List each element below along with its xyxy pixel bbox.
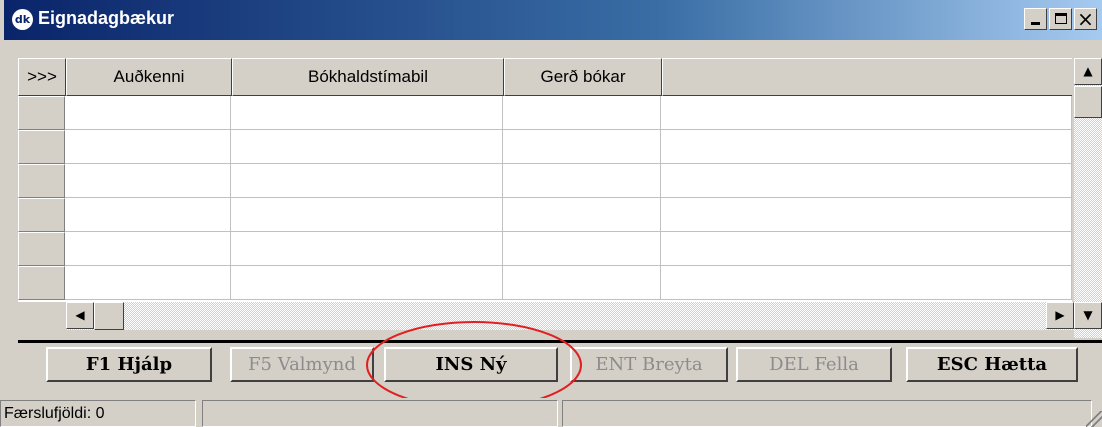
- cell-book-type[interactable]: [503, 198, 661, 232]
- table-row[interactable]: [18, 96, 1072, 130]
- record-count-status: Færslufjöldi: 0: [0, 400, 196, 427]
- new-button[interactable]: INS Ný: [384, 347, 558, 382]
- scroll-up-button[interactable]: ▲: [1074, 58, 1102, 85]
- arrow-down-icon: ▼: [1083, 308, 1093, 322]
- row-selector[interactable]: [18, 130, 65, 164]
- row-selector[interactable]: [18, 266, 65, 300]
- cell-accounting-period[interactable]: [231, 198, 503, 232]
- vertical-scroll-thumb[interactable]: [1074, 86, 1102, 118]
- horizontal-scrollbar[interactable]: [66, 302, 1074, 330]
- window-title: Eignadagbækur: [38, 8, 175, 28]
- row-selector-header[interactable]: >>>: [18, 58, 66, 96]
- cell-id[interactable]: [65, 232, 231, 266]
- arrow-left-icon: ◀: [75, 308, 85, 322]
- menu-button[interactable]: F5 Valmynd: [230, 347, 374, 382]
- grid-body: [18, 96, 1072, 302]
- row-selector[interactable]: [18, 232, 65, 266]
- scroll-right-button[interactable]: ▶: [1046, 302, 1074, 329]
- arrow-right-icon: ▶: [1055, 308, 1065, 322]
- cell-book-type[interactable]: [503, 266, 661, 300]
- table-row[interactable]: [18, 130, 1072, 164]
- close-button[interactable]: ×: [1074, 8, 1097, 30]
- cell-accounting-period[interactable]: [231, 130, 503, 164]
- maximize-icon: [1055, 13, 1067, 24]
- cell-empty: [661, 198, 1072, 232]
- minimize-icon: [1031, 22, 1040, 25]
- cell-id[interactable]: [65, 130, 231, 164]
- horizontal-scroll-thumb[interactable]: [94, 302, 124, 330]
- delete-button[interactable]: DEL Fella: [736, 347, 892, 382]
- cell-id[interactable]: [65, 266, 231, 300]
- column-header-book-type[interactable]: Gerð bókar: [504, 58, 662, 96]
- cell-id[interactable]: [65, 164, 231, 198]
- cell-id[interactable]: [65, 96, 231, 130]
- table-row[interactable]: [18, 164, 1072, 198]
- column-header-empty: [662, 58, 1072, 96]
- minimize-button[interactable]: [1024, 8, 1047, 30]
- arrow-up-icon: ▲: [1083, 64, 1093, 78]
- title-bar[interactable]: dk Eignadagbækur ×: [4, 0, 1102, 40]
- maximize-button[interactable]: [1049, 8, 1072, 30]
- cell-accounting-period[interactable]: [231, 96, 503, 130]
- journals-grid: >>> Auðkenni Bókhaldstímabil Gerð bókar: [18, 58, 1102, 338]
- status-panel-2: [202, 400, 558, 427]
- cell-empty: [661, 232, 1072, 266]
- cell-book-type[interactable]: [503, 164, 661, 198]
- scroll-left-button[interactable]: ◀: [66, 302, 94, 329]
- row-selector[interactable]: [18, 164, 65, 198]
- quit-button[interactable]: ESC Hætta: [906, 347, 1078, 382]
- cell-empty: [661, 266, 1072, 300]
- status-bar: Færslufjöldi: 0: [0, 398, 1102, 427]
- cell-book-type[interactable]: [503, 232, 661, 266]
- row-selector[interactable]: [18, 96, 65, 130]
- row-selector[interactable]: [18, 198, 65, 232]
- cell-book-type[interactable]: [503, 130, 661, 164]
- cell-empty: [661, 164, 1072, 198]
- cell-empty: [661, 130, 1072, 164]
- scroll-down-button[interactable]: ▼: [1074, 302, 1102, 329]
- dk-app-icon: dk: [12, 9, 33, 30]
- column-header-id[interactable]: Auðkenni: [66, 58, 232, 96]
- column-header-accounting-period[interactable]: Bókhaldstímabil: [232, 58, 504, 96]
- edit-button[interactable]: ENT Breyta: [570, 347, 728, 382]
- toolbar-divider: [18, 340, 1102, 343]
- table-row[interactable]: [18, 198, 1072, 232]
- help-button[interactable]: F1 Hjálp: [46, 347, 212, 382]
- cell-accounting-period[interactable]: [231, 232, 503, 266]
- cell-accounting-period[interactable]: [231, 164, 503, 198]
- close-icon: ×: [1077, 7, 1094, 31]
- table-row[interactable]: [18, 266, 1072, 300]
- cell-accounting-period[interactable]: [231, 266, 503, 300]
- grid-header: >>> Auðkenni Bókhaldstímabil Gerð bókar: [18, 58, 1072, 96]
- asset-journals-window: dk Eignadagbækur × >>> Auðkenni Bókhalds…: [0, 0, 1102, 427]
- cell-empty: [661, 96, 1072, 130]
- cell-book-type[interactable]: [503, 96, 661, 130]
- status-panel-3: [562, 400, 1092, 427]
- resize-grip-icon[interactable]: [1086, 411, 1102, 427]
- table-row[interactable]: [18, 232, 1072, 266]
- cell-id[interactable]: [65, 198, 231, 232]
